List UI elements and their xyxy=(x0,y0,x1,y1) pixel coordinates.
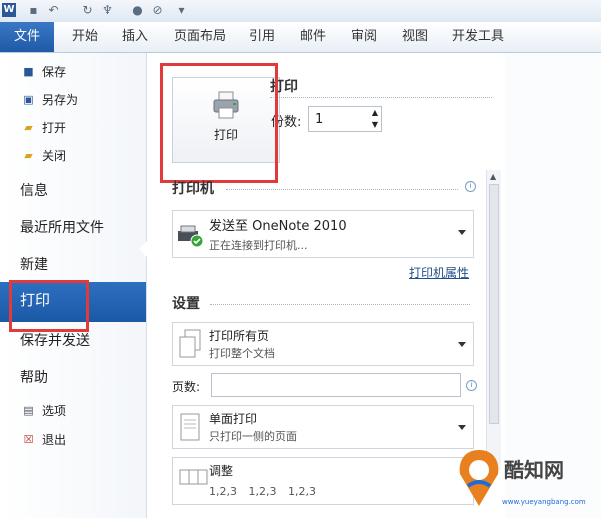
customize-qat-icon[interactable]: ▾ xyxy=(174,3,189,18)
exit-icon: ☒ xyxy=(23,433,34,446)
printer-device-icon xyxy=(178,225,204,248)
nav-info[interactable]: 信息 xyxy=(20,179,48,203)
watermark-logo-icon xyxy=(459,450,499,506)
nav-save-as-label: 另存为 xyxy=(42,93,79,107)
printer-status: 正在连接到打印机... xyxy=(209,239,308,252)
single-side-icon xyxy=(180,413,200,441)
nav-save-send[interactable]: 保存并发送 xyxy=(20,329,90,353)
highlight-box-nav-print xyxy=(9,280,89,332)
undo-icon[interactable]: ↶ xyxy=(46,3,61,18)
tab-mailings[interactable]: 邮件 xyxy=(300,22,326,52)
print-range-dropdown[interactable]: 打印所有页 打印整个文档 xyxy=(172,322,474,366)
info-icon[interactable]: i xyxy=(465,181,476,192)
divider xyxy=(210,304,470,305)
save-icon[interactable]: ▪ xyxy=(26,3,41,18)
scroll-thumb[interactable] xyxy=(489,184,499,424)
selection-arrow xyxy=(139,241,147,257)
collate-icon xyxy=(179,469,208,485)
copies-stepper[interactable]: 1 ▲ ▼ xyxy=(308,106,382,132)
copies-value: 1 xyxy=(315,112,324,127)
quick-access-toolbar: W ▪ ↶ ↻ ♆ ● ⊘ ▾ xyxy=(0,0,601,23)
watermark-url: www.yueyangbang.com xyxy=(502,498,586,506)
save-icon: ■ xyxy=(23,65,34,78)
highlight-box-print-button xyxy=(160,63,278,183)
tab-layout[interactable]: 页面布局 xyxy=(174,22,226,52)
pages-input[interactable] xyxy=(211,373,461,397)
options-icon: ▤ xyxy=(23,404,34,417)
decrement-icon[interactable]: ▼ xyxy=(372,120,378,129)
tab-developer[interactable]: 开发工具 xyxy=(452,22,504,52)
printer-properties-link[interactable]: 打印机属性 xyxy=(409,264,469,281)
nav-open-label: 打开 xyxy=(42,121,67,135)
sides-dropdown[interactable]: 单面打印 只打印一侧的页面 xyxy=(172,405,474,449)
settings-heading: 设置 xyxy=(172,296,200,312)
tab-review[interactable]: 审阅 xyxy=(351,22,377,52)
chevron-down-icon xyxy=(458,425,466,430)
print-range-sub: 打印整个文档 xyxy=(209,347,275,360)
settings-scrollbar[interactable]: ▲ xyxy=(486,170,501,470)
pages-icon xyxy=(179,329,201,358)
printer-heading: 打印机 xyxy=(172,181,214,197)
print-range-title: 打印所有页 xyxy=(209,329,270,343)
ribbon-tab-bar: 文件 开始 插入 页面布局 引用 邮件 审阅 视图 开发工具 xyxy=(0,22,601,53)
printer-name: 发送至 OneNote 2010 xyxy=(209,219,347,234)
collate-sub: 1,2,3 1,2,3 1,2,3 xyxy=(209,485,316,498)
nav-help[interactable]: 帮助 xyxy=(20,366,48,390)
save-as-icon: ▣ xyxy=(23,93,34,106)
tab-view[interactable]: 视图 xyxy=(402,22,428,52)
printer-dropdown[interactable]: 发送至 OneNote 2010 正在连接到打印机... xyxy=(172,210,474,258)
close-folder-icon: ▰ xyxy=(24,149,33,162)
format-painter-icon[interactable]: ♆ xyxy=(100,3,115,18)
tab-file[interactable]: 文件 xyxy=(0,22,54,52)
record-icon[interactable]: ● xyxy=(130,3,145,18)
sides-sub: 只打印一侧的页面 xyxy=(209,430,297,443)
nav-close-label: 关闭 xyxy=(42,149,67,163)
word-app-icon[interactable]: W xyxy=(2,3,16,17)
nav-options-label: 选项 xyxy=(42,404,67,418)
info-icon[interactable]: i xyxy=(466,380,477,391)
site-watermark: 酷知网 www.yueyangbang.com xyxy=(440,440,601,518)
pages-label: 页数: xyxy=(172,380,201,394)
nav-new[interactable]: 新建 xyxy=(20,253,48,277)
sides-title: 单面打印 xyxy=(209,412,258,426)
increment-icon[interactable]: ▲ xyxy=(372,108,378,117)
tab-home[interactable]: 开始 xyxy=(72,22,98,52)
nav-save-label: 保存 xyxy=(42,65,67,79)
tab-insert[interactable]: 插入 xyxy=(122,22,148,52)
nav-exit-label: 退出 xyxy=(42,433,67,447)
scroll-up-icon[interactable]: ▲ xyxy=(490,172,496,181)
redo-icon[interactable]: ↻ xyxy=(80,3,95,18)
nav-recent[interactable]: 最近所用文件 xyxy=(20,216,104,240)
open-folder-icon: ▰ xyxy=(24,121,33,134)
chevron-down-icon xyxy=(458,230,466,235)
chevron-down-icon xyxy=(458,342,466,347)
divider xyxy=(226,189,458,190)
tab-references[interactable]: 引用 xyxy=(249,22,275,52)
collate-dropdown[interactable]: 调整 1,2,3 1,2,3 1,2,3 xyxy=(172,457,474,505)
watermark-text: 酷知网 xyxy=(504,458,564,482)
no-icon[interactable]: ⊘ xyxy=(150,3,165,18)
collate-title: 调整 xyxy=(209,464,234,478)
divider xyxy=(270,97,492,98)
